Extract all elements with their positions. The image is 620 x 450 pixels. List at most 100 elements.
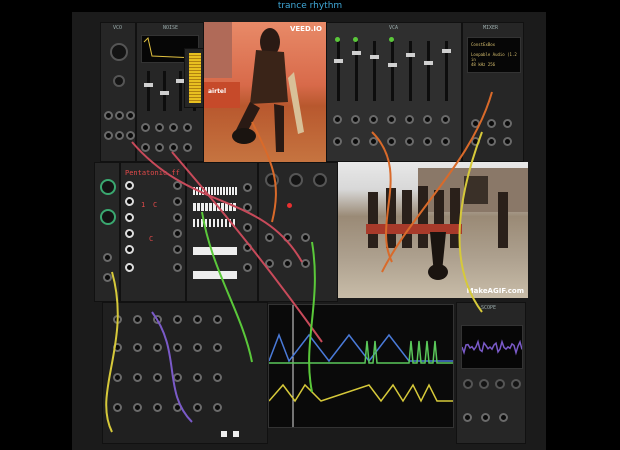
level-meter-module[interactable] <box>184 48 204 108</box>
jack-icon[interactable] <box>153 403 162 412</box>
jack-icon[interactable] <box>243 243 252 252</box>
knob-icon[interactable] <box>113 75 125 87</box>
jack-icon[interactable] <box>405 115 414 124</box>
jack-icon[interactable] <box>387 115 396 124</box>
jack-icon[interactable] <box>193 373 202 382</box>
vco-module[interactable]: VCO <box>100 22 136 162</box>
jack-icon[interactable] <box>423 137 432 146</box>
jack-icon[interactable] <box>213 403 222 412</box>
jack-icon[interactable] <box>173 315 182 324</box>
jack-icon[interactable] <box>115 111 124 120</box>
knob-icon[interactable] <box>463 379 473 389</box>
jack-icon[interactable] <box>301 233 310 242</box>
jack-icon[interactable] <box>387 137 396 146</box>
jack-icon[interactable] <box>471 119 480 128</box>
gate-module[interactable] <box>186 162 258 302</box>
jack-icon[interactable] <box>155 143 164 152</box>
jack-icon[interactable] <box>141 143 150 152</box>
jack-icon[interactable] <box>173 181 182 190</box>
jack-icon[interactable] <box>243 203 252 212</box>
jack-icon[interactable] <box>369 115 378 124</box>
jack-icon[interactable] <box>265 233 274 242</box>
jack-icon[interactable] <box>369 137 378 146</box>
jack-icon[interactable] <box>173 343 182 352</box>
jack-icon[interactable] <box>405 137 414 146</box>
knob-icon[interactable] <box>479 379 489 389</box>
jack-icon[interactable] <box>333 115 342 124</box>
jack-icon[interactable] <box>133 373 142 382</box>
fader-icon[interactable] <box>160 71 169 111</box>
jack-icon[interactable] <box>126 111 135 120</box>
jack-icon[interactable] <box>499 413 508 422</box>
jack-icon[interactable] <box>125 245 134 254</box>
jack-icon[interactable] <box>183 123 192 132</box>
jack-icon[interactable] <box>193 343 202 352</box>
dancer-video[interactable]: airtel VEED.IO <box>204 22 326 162</box>
jack-icon[interactable] <box>503 119 512 128</box>
jack-icon[interactable] <box>153 343 162 352</box>
fader-icon[interactable] <box>144 71 153 111</box>
jack-icon[interactable] <box>183 143 192 152</box>
jack-icon[interactable] <box>243 223 252 232</box>
knob-icon[interactable] <box>495 379 505 389</box>
vca-module[interactable]: VCA <box>326 22 462 162</box>
jack-icon[interactable] <box>463 413 472 422</box>
fader-icon[interactable] <box>352 41 361 101</box>
jack-icon[interactable] <box>423 115 432 124</box>
jack-icon[interactable] <box>283 233 292 242</box>
fader-icon[interactable] <box>406 41 415 101</box>
jack-icon[interactable] <box>265 259 274 268</box>
utility-module[interactable] <box>94 162 120 302</box>
jack-icon[interactable] <box>283 259 292 268</box>
jack-icon[interactable] <box>173 245 182 254</box>
jack-icon[interactable] <box>133 403 142 412</box>
jack-icon[interactable] <box>133 343 142 352</box>
jack-icon[interactable] <box>441 137 450 146</box>
jack-icon[interactable] <box>125 263 134 272</box>
jack-icon[interactable] <box>173 263 182 272</box>
jack-icon[interactable] <box>133 315 142 324</box>
jack-icon[interactable] <box>113 403 122 412</box>
jack-icon[interactable] <box>193 403 202 412</box>
clock-module[interactable] <box>258 162 338 302</box>
jack-icon[interactable] <box>113 373 122 382</box>
sequencer-module[interactable]: Pentatonic ff 1 C C <box>120 162 186 302</box>
jack-icon[interactable] <box>441 115 450 124</box>
knob-icon[interactable] <box>289 173 303 187</box>
jack-icon[interactable] <box>115 131 124 140</box>
jack-icon[interactable] <box>243 263 252 272</box>
jack-icon[interactable] <box>125 197 134 206</box>
jack-icon[interactable] <box>213 373 222 382</box>
jack-icon[interactable] <box>125 213 134 222</box>
jack-icon[interactable] <box>173 213 182 222</box>
knob-icon[interactable] <box>511 379 521 389</box>
jack-icon[interactable] <box>301 259 310 268</box>
module-rack[interactable]: VCO NOISE VCA MIXER ConstExBox Loopable … <box>72 12 546 450</box>
jack-icon[interactable] <box>213 315 222 324</box>
jack-icon[interactable] <box>113 315 122 324</box>
jack-icon[interactable] <box>155 123 164 132</box>
fader-icon[interactable] <box>176 71 185 111</box>
jack-icon[interactable] <box>193 315 202 324</box>
knob-icon[interactable] <box>100 179 116 195</box>
scope-module[interactable]: SCOPE <box>456 302 526 444</box>
jack-icon[interactable] <box>103 253 112 262</box>
fader-icon[interactable] <box>442 41 451 101</box>
drummers-video[interactable]: MakeAGIF.com <box>338 162 528 298</box>
fader-icon[interactable] <box>370 41 379 101</box>
knob-icon[interactable] <box>110 43 128 61</box>
jack-icon[interactable] <box>503 137 512 146</box>
jack-icon[interactable] <box>487 119 496 128</box>
jack-icon[interactable] <box>169 123 178 132</box>
mixer-module[interactable]: MIXER ConstExBox Loopable Audio (1.2 in … <box>462 22 524 162</box>
jack-icon[interactable] <box>173 229 182 238</box>
fader-icon[interactable] <box>388 41 397 101</box>
jack-icon[interactable] <box>125 229 134 238</box>
jack-icon[interactable] <box>104 131 113 140</box>
jack-icon[interactable] <box>173 403 182 412</box>
jack-icon[interactable] <box>481 413 490 422</box>
jack-icon[interactable] <box>173 373 182 382</box>
knob-icon[interactable] <box>265 173 279 187</box>
fader-icon[interactable] <box>424 41 433 101</box>
jack-icon[interactable] <box>243 183 252 192</box>
